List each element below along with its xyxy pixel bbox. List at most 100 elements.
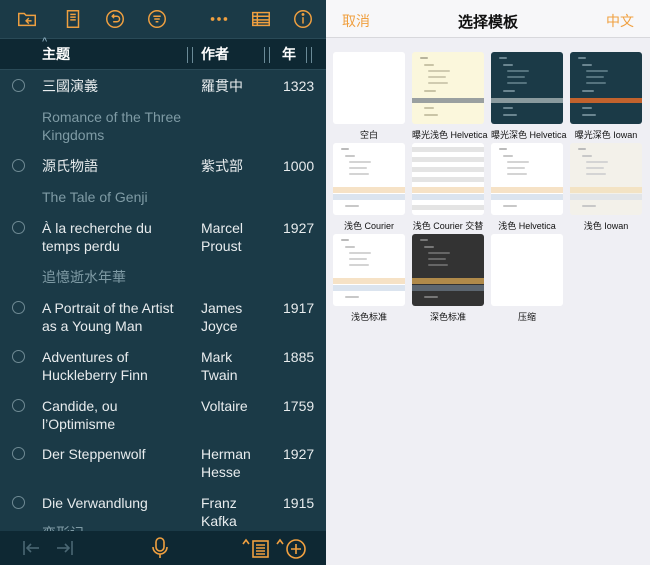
document-icon[interactable]	[60, 6, 86, 32]
column-title[interactable]: 主题	[42, 44, 70, 64]
row-note[interactable]: Romance of the Three Kingdoms	[42, 108, 192, 144]
template-tile[interactable]: 浅色 Courier 交替	[412, 143, 484, 232]
template-thumbnail[interactable]	[412, 52, 484, 124]
template-name[interactable]: 空白	[333, 128, 405, 141]
top-toolbar	[0, 0, 326, 38]
template-thumbnail[interactable]	[570, 143, 642, 215]
language-button[interactable]: 中文	[606, 11, 634, 31]
row-bullet[interactable]	[12, 221, 25, 234]
row-author[interactable]: James Joyce	[201, 299, 271, 335]
microphone-icon[interactable]	[150, 536, 170, 560]
template-tile[interactable]: 空白	[333, 52, 405, 141]
row-title[interactable]: Der Steppenwolf	[42, 445, 190, 463]
template-name[interactable]: 浅色 Courier	[333, 219, 405, 232]
row-bullet[interactable]	[12, 496, 25, 509]
template-name[interactable]: 浅色标准	[333, 310, 405, 323]
row-year[interactable]: 1917	[283, 299, 314, 317]
template-thumbnail[interactable]	[491, 143, 563, 215]
indent-icon[interactable]	[54, 539, 74, 557]
outline-row[interactable]: À la recherche du temps perdu Marcel Pro…	[0, 219, 326, 259]
filter-icon[interactable]	[144, 6, 170, 32]
row-bullet[interactable]	[12, 159, 25, 172]
template-tile[interactable]: 深色标准	[412, 234, 484, 323]
row-bullet[interactable]	[12, 399, 25, 412]
row-year[interactable]: 1915	[283, 494, 314, 512]
outdent-icon[interactable]	[22, 539, 42, 557]
template-tile[interactable]: 曝光浅色 Helvetica	[412, 52, 488, 141]
template-thumbnail[interactable]	[570, 52, 642, 124]
row-author[interactable]: Herman Hesse	[201, 445, 271, 481]
row-author[interactable]: 羅貫中	[201, 77, 271, 95]
row-author[interactable]: Voltaire	[201, 397, 271, 415]
row-bullet[interactable]	[12, 350, 25, 363]
template-name[interactable]: 压缩	[491, 310, 563, 323]
template-name[interactable]: 浅色 Iowan	[570, 219, 642, 232]
folder-back-icon[interactable]	[14, 6, 40, 32]
undo-icon[interactable]	[102, 6, 128, 32]
row-year[interactable]: 1885	[283, 348, 314, 366]
template-tile[interactable]: 浅色 Iowan	[570, 143, 642, 232]
row-bullet[interactable]	[12, 447, 25, 460]
row-year[interactable]: 1927	[283, 445, 314, 463]
outline-note[interactable]: Romance of the Three Kingdoms	[0, 108, 326, 148]
template-name[interactable]: 深色标准	[412, 310, 484, 323]
template-thumbnail[interactable]	[333, 234, 405, 306]
column-resize-handle[interactable]	[187, 47, 193, 63]
outline-note[interactable]: The Tale of Genji	[0, 188, 326, 210]
row-title[interactable]: Adventures of Huckleberry Finn	[42, 348, 190, 384]
info-icon[interactable]	[290, 6, 316, 32]
template-name[interactable]: 曝光深色 Helvetica	[491, 128, 567, 141]
columns-icon[interactable]	[248, 6, 274, 32]
row-year[interactable]: 1927	[283, 219, 314, 237]
template-name[interactable]: 浅色 Courier 交替	[412, 219, 484, 232]
row-title[interactable]: 三國演義	[42, 77, 190, 95]
row-title[interactable]: Candide, ou l’Optimisme	[42, 397, 190, 433]
insert-note-icon[interactable]	[242, 536, 272, 560]
outline-pane: ^ 主题 作者 年 三國演義 羅貫中 1323 Romance of the T…	[0, 0, 326, 565]
template-thumbnail[interactable]	[491, 234, 563, 306]
row-bullet[interactable]	[12, 301, 25, 314]
template-tile[interactable]: 浅色标准	[333, 234, 405, 323]
column-resize-handle[interactable]	[264, 47, 270, 63]
add-row-icon[interactable]	[276, 536, 308, 560]
template-name[interactable]: 曝光深色 Iowan	[570, 128, 642, 141]
outline-note[interactable]: 追憶逝水年華	[0, 268, 326, 290]
row-author[interactable]: Marcel Proust	[201, 219, 271, 255]
template-name[interactable]: 曝光浅色 Helvetica	[412, 128, 488, 141]
template-tile[interactable]: 曝光深色 Helvetica	[491, 52, 567, 141]
row-title[interactable]: Die Verwandlung	[42, 494, 190, 512]
outline-row[interactable]: 源氏物語 紫式部 1000	[0, 157, 326, 181]
column-author[interactable]: 作者	[201, 44, 229, 64]
row-bullet[interactable]	[12, 79, 25, 92]
column-resize-handle[interactable]	[306, 47, 312, 63]
app-root: ^ 主题 作者 年 三國演義 羅貫中 1323 Romance of the T…	[0, 0, 650, 565]
template-tile[interactable]: 曝光深色 Iowan	[570, 52, 642, 141]
template-thumbnail[interactable]	[333, 143, 405, 215]
row-author[interactable]: Mark Twain	[201, 348, 271, 384]
row-title[interactable]: À la recherche du temps perdu	[42, 219, 190, 255]
template-thumbnail[interactable]	[412, 143, 484, 215]
row-author[interactable]: 紫式部	[201, 157, 271, 175]
row-title[interactable]: A Portrait of the Artist as a Young Man	[42, 299, 190, 335]
template-name[interactable]: 浅色 Helvetica	[491, 219, 563, 232]
template-tile[interactable]: 浅色 Helvetica	[491, 143, 563, 232]
template-thumbnail[interactable]	[491, 52, 563, 124]
column-year[interactable]: 年	[282, 44, 296, 64]
row-note[interactable]: The Tale of Genji	[42, 188, 192, 206]
outline-row[interactable]: A Portrait of the Artist as a Young Man …	[0, 299, 326, 339]
row-year[interactable]: 1000	[283, 157, 314, 175]
template-thumbnail[interactable]	[412, 234, 484, 306]
outline-row[interactable]: Candide, ou l’Optimisme Voltaire 1759	[0, 397, 326, 437]
template-thumbnail[interactable]	[333, 52, 405, 124]
row-note[interactable]: 追憶逝水年華	[42, 268, 192, 286]
nav-bar: 取消 选择模板 中文	[326, 0, 650, 38]
row-year[interactable]: 1323	[283, 77, 314, 95]
row-year[interactable]: 1759	[283, 397, 314, 415]
template-tile[interactable]: 压缩	[491, 234, 563, 323]
outline-row[interactable]: Der Steppenwolf Herman Hesse 1927	[0, 445, 326, 485]
bottom-toolbar	[0, 531, 326, 565]
more-icon[interactable]	[206, 6, 232, 32]
outline-row[interactable]: Adventures of Huckleberry Finn Mark Twai…	[0, 348, 326, 388]
template-tile[interactable]: 浅色 Courier	[333, 143, 405, 232]
row-title[interactable]: 源氏物語	[42, 157, 190, 175]
